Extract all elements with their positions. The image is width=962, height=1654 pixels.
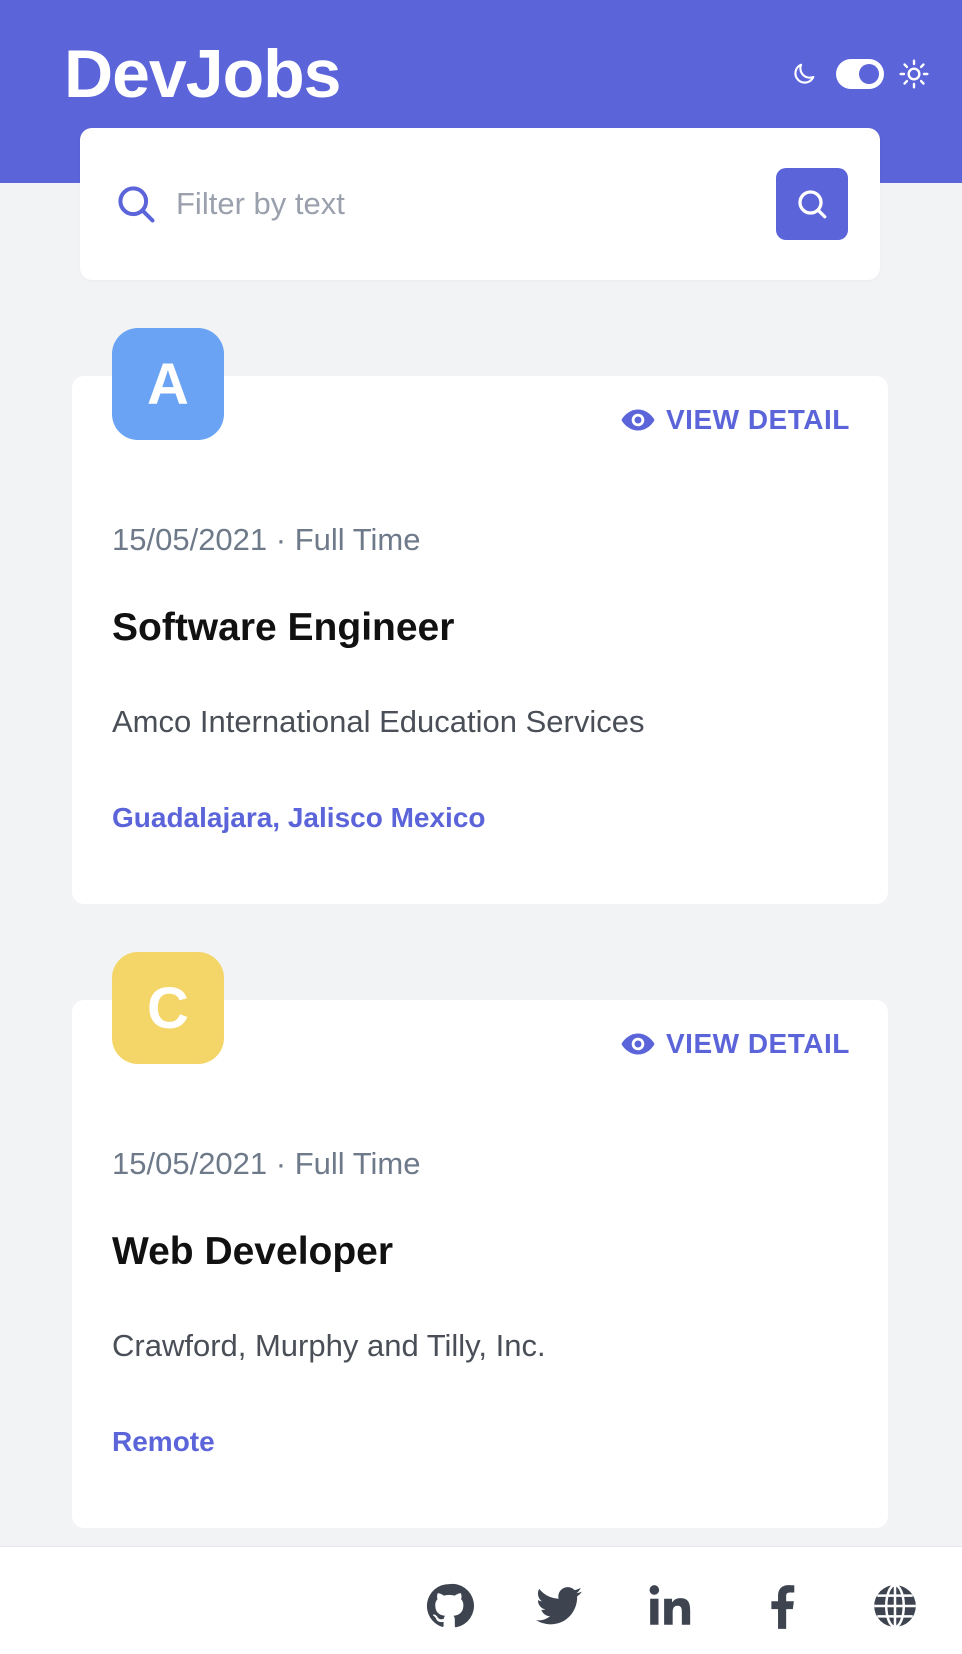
job-location: Guadalajara, Jalisco Mexico bbox=[112, 802, 486, 833]
search-button-icon bbox=[798, 190, 827, 219]
search-icon bbox=[118, 186, 155, 223]
company-avatar: C bbox=[112, 952, 224, 1064]
globe-icon bbox=[874, 1583, 916, 1629]
twitter-link[interactable] bbox=[534, 1581, 584, 1631]
footer bbox=[0, 1546, 962, 1654]
theme-switch[interactable] bbox=[836, 59, 884, 89]
eye-icon bbox=[621, 409, 655, 431]
facebook-icon bbox=[771, 1585, 795, 1629]
job-card: A VIEW DETAIL 15/05/2021 · Full Time Sof… bbox=[72, 328, 888, 904]
linkedin-icon bbox=[649, 1585, 691, 1625]
job-location: Remote bbox=[112, 1426, 215, 1457]
github-icon bbox=[426, 1583, 474, 1628]
website-link[interactable] bbox=[870, 1581, 920, 1631]
app-logo[interactable]: DevJobs bbox=[64, 34, 341, 114]
moon-icon bbox=[794, 63, 815, 84]
eye-icon bbox=[621, 1033, 655, 1055]
search-input[interactable] bbox=[176, 180, 736, 228]
job-meta: 15/05/2021 · Full Time bbox=[112, 1146, 421, 1181]
job-meta: 15/05/2021 · Full Time bbox=[112, 522, 421, 557]
job-title[interactable]: Web Developer bbox=[112, 1230, 393, 1274]
linkedin-link[interactable] bbox=[646, 1581, 696, 1631]
facebook-link[interactable] bbox=[757, 1581, 807, 1631]
search-button[interactable] bbox=[776, 168, 848, 240]
search-bar bbox=[80, 128, 880, 280]
company-name: Crawford, Murphy and Tilly, Inc. bbox=[112, 1328, 546, 1363]
view-detail-button[interactable]: VIEW DETAIL bbox=[620, 404, 850, 436]
job-card: C VIEW DETAIL 15/05/2021 · Full Time Web… bbox=[72, 952, 888, 1528]
theme-switch-knob bbox=[859, 64, 879, 84]
job-title[interactable]: Software Engineer bbox=[112, 606, 454, 650]
company-avatar: A bbox=[112, 328, 224, 440]
page: DevJobs Filter by text A VIEW DETAIL 15/… bbox=[0, 0, 962, 1654]
theme-toggle bbox=[790, 56, 932, 92]
view-detail-label: VIEW DETAIL bbox=[666, 404, 850, 435]
twitter-icon bbox=[536, 1587, 582, 1625]
company-name: Amco International Education Services bbox=[112, 704, 645, 739]
view-detail-button[interactable]: VIEW DETAIL bbox=[620, 1028, 850, 1060]
view-detail-label: VIEW DETAIL bbox=[666, 1028, 850, 1059]
github-link[interactable] bbox=[424, 1581, 474, 1631]
sun-icon bbox=[899, 59, 929, 89]
